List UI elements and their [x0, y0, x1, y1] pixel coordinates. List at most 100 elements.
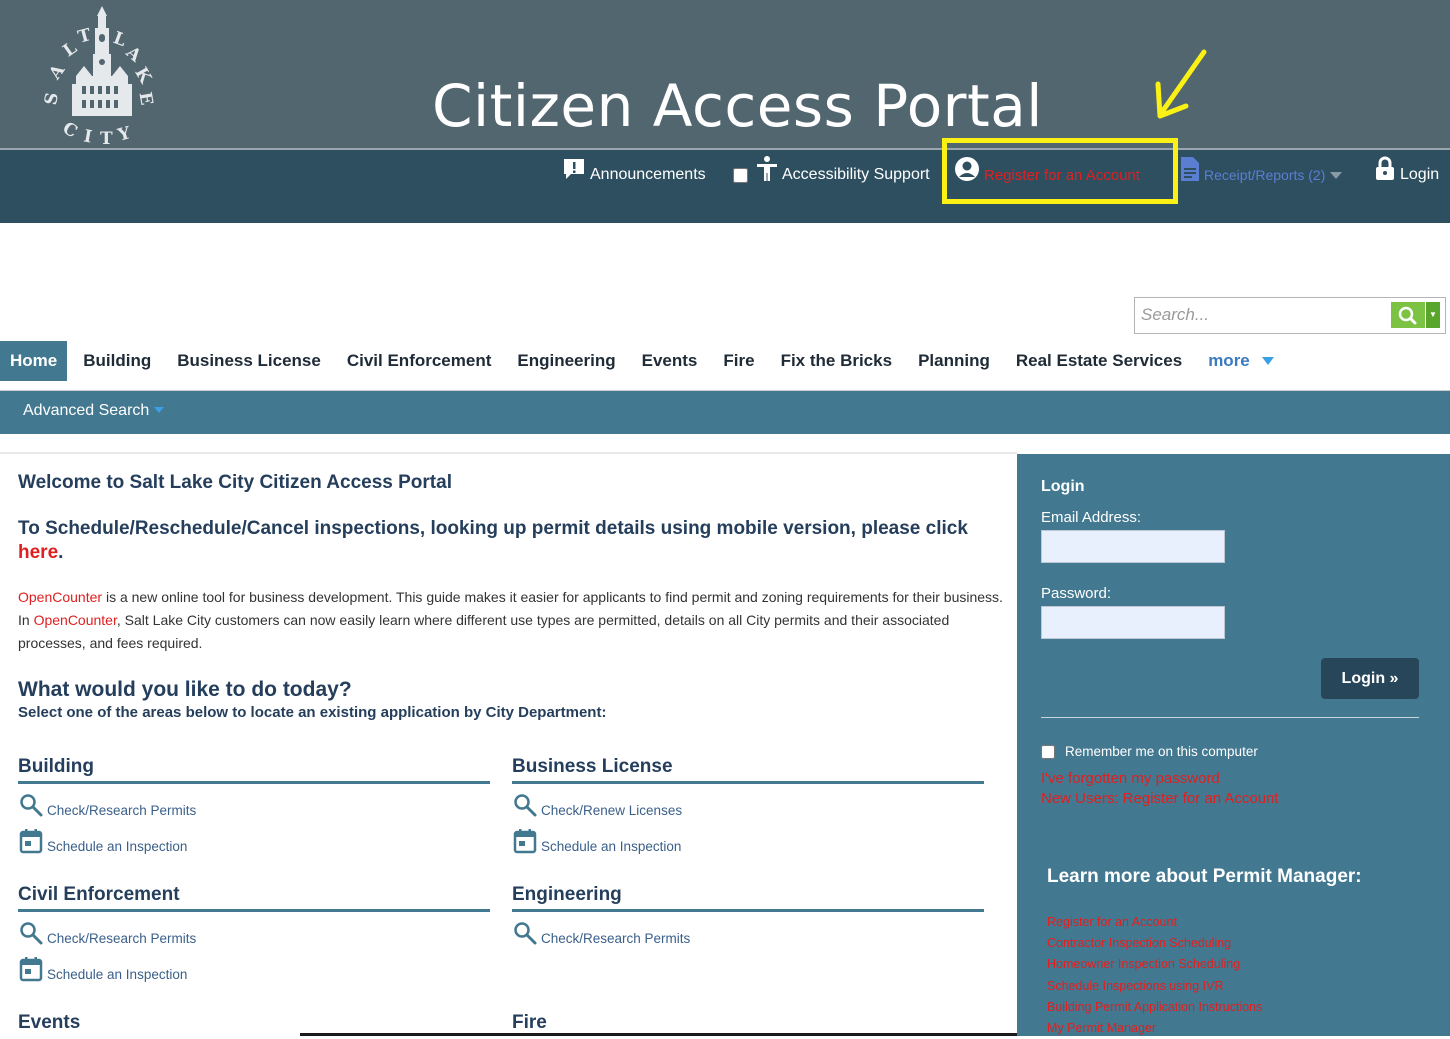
svg-text:E: E	[134, 90, 156, 106]
sub-nav-bar: Advanced Search	[0, 391, 1450, 434]
dept-business-license: Business License Check/Renew Licenses Sc…	[512, 756, 984, 854]
svg-text:S: S	[41, 91, 63, 107]
nav-item-civil-enforcement[interactable]: Civil Enforcement	[334, 341, 505, 381]
portal-title: Citizen Access Portal	[432, 72, 1043, 140]
accessibility-label: Accessibility Support	[782, 166, 930, 183]
dept-link-label: Schedule an Inspection	[47, 839, 188, 854]
dept-title: Building	[18, 756, 490, 784]
header-login-label: Login	[1400, 166, 1440, 183]
advanced-search-menu[interactable]: Advanced Search	[23, 402, 165, 420]
email-label: Email Address:	[1041, 509, 1142, 526]
dept-link-label: Check/Research Permits	[541, 931, 691, 946]
main-nav: Home Building Business License Civil Enf…	[0, 341, 1287, 381]
opencounter-link[interactable]: OpenCounter	[34, 612, 117, 628]
accessibility-support-toggle[interactable]: Accessibility Support	[733, 150, 930, 200]
remember-me-label: Remember me on this computer	[1065, 744, 1258, 759]
learn-link-ivr[interactable]: Schedule Inspections using IVR	[1047, 976, 1262, 997]
login-button[interactable]: Login »	[1321, 658, 1419, 699]
learn-link-contractor-scheduling[interactable]: Contractor Inspection Scheduling	[1047, 933, 1262, 954]
magnifier-icon	[514, 794, 537, 817]
salt-lake-city-logo[interactable]: S A L T L A K E C I T Y	[40, 4, 164, 148]
check-renew-licenses-link[interactable]: Check/Renew Licenses	[512, 792, 682, 818]
forgot-password-link[interactable]: I've forgotten my password	[1041, 770, 1220, 787]
password-label: Password:	[1041, 585, 1112, 602]
nav-item-fire[interactable]: Fire	[710, 341, 767, 381]
login-heading: Login	[1041, 478, 1085, 495]
document-icon	[1181, 157, 1199, 181]
calendar-icon	[19, 829, 43, 854]
search-icon	[1398, 306, 1417, 325]
accessibility-checkbox[interactable]	[733, 167, 748, 183]
svg-text:I: I	[82, 126, 93, 147]
svg-text:K: K	[130, 64, 155, 88]
nav-item-building[interactable]: Building	[70, 341, 164, 381]
announcements-label: Announcements	[590, 166, 706, 183]
schedule-inspection-link[interactable]: Schedule an Inspection	[512, 828, 681, 854]
dept-civil-enforcement: Civil Enforcement Check/Research Permits…	[18, 884, 490, 982]
svg-text:Y: Y	[115, 123, 134, 146]
learn-link-register[interactable]: Register for an Account	[1047, 912, 1262, 933]
nav-item-business-license[interactable]: Business License	[164, 341, 334, 381]
caret-down-icon	[154, 407, 165, 413]
header-login-link[interactable]: Login	[1374, 150, 1439, 200]
learn-more-heading: Learn more about Permit Manager:	[1047, 866, 1362, 887]
remember-me-option[interactable]: Remember me on this computer	[1041, 744, 1258, 759]
check-research-permits-link[interactable]: Check/Research Permits	[512, 920, 690, 946]
new-user-register-link[interactable]: New Users: Register for an Account	[1041, 790, 1279, 807]
dept-title: Engineering	[512, 884, 984, 912]
mobile-version-link[interactable]: here	[18, 542, 58, 563]
nav-item-fix-the-bricks[interactable]: Fix the Bricks	[768, 341, 906, 381]
global-search: ▼	[1134, 297, 1446, 334]
sidebar-divider	[1041, 717, 1419, 718]
nav-more-menu[interactable]: more	[1195, 341, 1287, 381]
calendar-icon	[513, 829, 537, 854]
highlight-box	[942, 138, 1178, 204]
schedule-text: To Schedule/Reschedule/Cancel inspection…	[18, 518, 968, 539]
svg-text:C: C	[59, 118, 81, 142]
svg-text:L: L	[110, 28, 128, 51]
svg-text:L: L	[60, 38, 81, 61]
what-to-do-heading: What would you like to do today?	[18, 678, 352, 701]
nav-item-events[interactable]: Events	[629, 341, 711, 381]
content-divider	[0, 452, 1017, 454]
dept-link-label: Check/Renew Licenses	[541, 803, 683, 818]
announcement-icon	[564, 159, 584, 179]
email-field[interactable]	[1041, 530, 1225, 563]
announcements-link[interactable]: Announcements	[562, 150, 706, 200]
search-dropdown-button[interactable]: ▼	[1426, 302, 1440, 328]
dept-link-label: Schedule an Inspection	[541, 839, 682, 854]
nav-item-home[interactable]: Home	[0, 341, 68, 381]
check-research-permits-link[interactable]: Check/Research Permits	[18, 792, 196, 818]
learn-more-links: Register for an Account Contractor Inspe…	[1047, 912, 1262, 1039]
opencounter-link[interactable]: OpenCounter	[18, 589, 102, 605]
magnifier-icon	[514, 922, 537, 945]
schedule-period: .	[58, 542, 64, 563]
password-field[interactable]	[1041, 606, 1225, 639]
nav-item-planning[interactable]: Planning	[905, 341, 1003, 381]
search-button[interactable]	[1391, 302, 1425, 328]
svg-text:A: A	[121, 42, 145, 67]
remember-me-checkbox[interactable]	[1041, 744, 1055, 759]
nav-item-real-estate-services[interactable]: Real Estate Services	[1003, 341, 1195, 381]
magnifier-icon	[20, 794, 43, 817]
learn-link-application-instructions[interactable]: Building Permit Application Instructions	[1047, 997, 1262, 1018]
advanced-search-label: Advanced Search	[23, 402, 150, 419]
svg-text:T: T	[76, 25, 94, 48]
opencounter-intro: OpenCounter is a new online tool for bus…	[18, 586, 1003, 655]
dept-engineering: Engineering Check/Research Permits	[512, 884, 984, 946]
what-to-do-subheading: Select one of the areas below to locate …	[18, 704, 607, 721]
check-research-permits-link[interactable]: Check/Research Permits	[18, 920, 196, 946]
schedule-inspection-link[interactable]: Schedule an Inspection	[18, 828, 187, 854]
welcome-heading: Welcome to Salt Lake City Citizen Access…	[18, 472, 452, 493]
intro-text-2: , Salt Lake City customers can now easil…	[18, 612, 950, 651]
search-input[interactable]	[1141, 303, 1387, 327]
receipts-reports-menu[interactable]: Receipt/Reports (2)	[1180, 150, 1343, 200]
schedule-inspection-link[interactable]: Schedule an Inspection	[18, 956, 187, 982]
svg-text:A: A	[45, 60, 70, 84]
learn-link-homeowner-scheduling[interactable]: Homeowner Inspection Scheduling	[1047, 954, 1262, 975]
magnifier-icon	[20, 922, 43, 945]
nav-item-engineering[interactable]: Engineering	[504, 341, 628, 381]
lock-icon	[1376, 156, 1394, 180]
dept-link-label: Schedule an Inspection	[47, 967, 188, 982]
dept-title: Business License	[512, 756, 984, 784]
